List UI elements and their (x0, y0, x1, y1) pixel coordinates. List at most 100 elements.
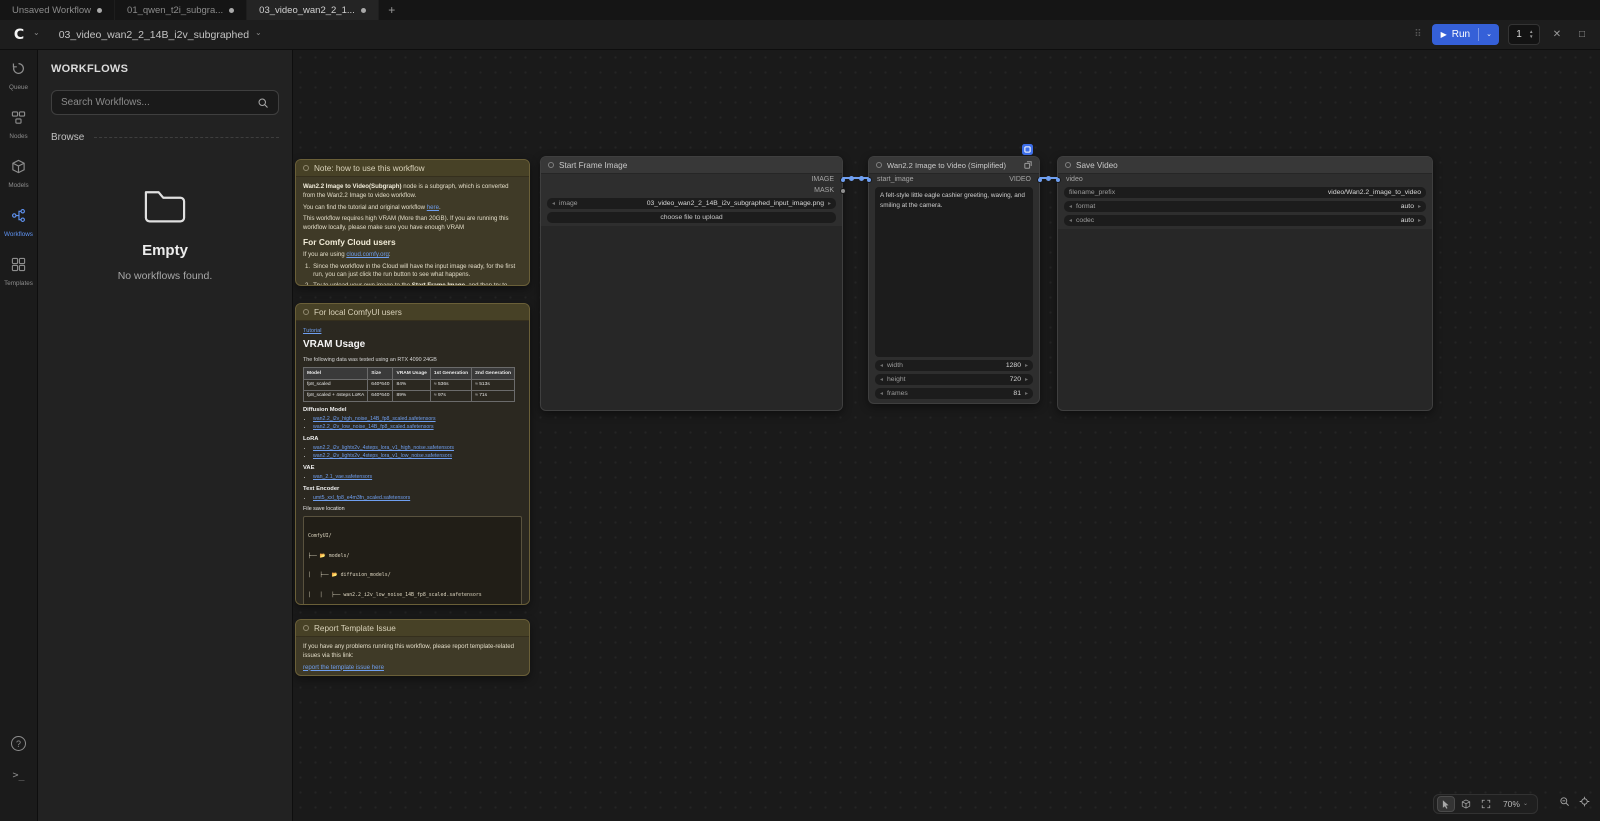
tutorial-here-link[interactable]: here (427, 204, 439, 211)
browse-section-header[interactable]: Browse (51, 132, 279, 143)
queue-icon (11, 61, 26, 81)
run-button[interactable]: ▶ Run ⌄ (1432, 24, 1499, 45)
model-link[interactable]: wan2.2_i2v_low_noise_14B_fp8_scaled.safe… (313, 424, 434, 430)
arrow-right-icon[interactable]: ▸ (828, 200, 831, 207)
run-options-chevron-icon[interactable]: ⌄ (1479, 30, 1499, 38)
workflow-search[interactable] (51, 90, 279, 115)
sidebar-item-queue[interactable]: Queue (9, 61, 28, 91)
arrow-right-icon[interactable]: ▸ (1025, 390, 1028, 397)
open-subgraph-icon[interactable] (1024, 161, 1032, 169)
node-start-frame-image[interactable]: Start Frame Image IMAGE MASK ◂ image 03_… (540, 156, 843, 411)
zoom-search-icon[interactable] (1559, 794, 1570, 812)
logo-chevron-icon[interactable]: ⌄ (33, 28, 40, 37)
drag-grip-icon[interactable]: ⠿ (1414, 29, 1422, 40)
focus-target-icon[interactable] (1579, 794, 1590, 812)
arrow-left-icon[interactable]: ◂ (880, 390, 883, 397)
lora-link[interactable]: wan2.2_i2v_lightx2v_4steps_lora_v1_high_… (313, 445, 454, 451)
image-preview-area[interactable] (541, 226, 842, 410)
collapse-dot-icon[interactable] (1065, 162, 1071, 168)
arrow-right-icon[interactable]: ▸ (1025, 376, 1028, 383)
widget-filename-prefix[interactable]: filename_prefix video/Wan2.2_image_to_vi… (1064, 187, 1426, 198)
panel-title: WORKFLOWS (51, 63, 279, 75)
arrow-left-icon[interactable]: ◂ (880, 376, 883, 383)
node-header[interactable]: Note: how to use this workflow (296, 160, 529, 177)
vae-link[interactable]: wan_2.1_vae.safetensors (313, 474, 372, 480)
slot-row: start_image VIDEO (869, 174, 1039, 185)
step-down-icon[interactable]: ▼ (1529, 35, 1533, 40)
workflow-tab-bar: Unsaved Workflow 01_qwen_t2i_subgra... 0… (0, 0, 1600, 20)
cube-tool-icon[interactable] (1457, 796, 1475, 812)
unsaved-dot-icon (361, 8, 366, 13)
comfyui-logo-icon[interactable]: C (10, 26, 28, 44)
sidebar-rail: Queue Nodes Models Workflows Templates ?… (0, 50, 38, 821)
batch-count-input[interactable] (1513, 29, 1525, 40)
node-header[interactable]: Start Frame Image (541, 157, 842, 174)
collapse-dot-icon[interactable] (303, 165, 309, 171)
window-icon[interactable]: □ (1574, 29, 1590, 40)
main-area: Queue Nodes Models Workflows Templates ?… (0, 50, 1600, 821)
help-icon[interactable]: ? (11, 736, 26, 751)
upload-file-button[interactable]: choose file to upload (547, 212, 836, 223)
cursor-tool-icon[interactable] (1437, 796, 1455, 812)
arrow-left-icon[interactable]: ◂ (1069, 217, 1072, 224)
fit-view-icon[interactable] (1477, 796, 1495, 812)
tab-03-video-wan[interactable]: 03_video_wan2_2_1... (247, 0, 379, 20)
report-issue-link[interactable]: report the template issue here (303, 664, 384, 671)
collapse-dot-icon[interactable] (303, 625, 309, 631)
templates-grid-icon (11, 257, 26, 277)
sidebar-item-models[interactable]: Models (8, 159, 28, 189)
node-canvas[interactable]: Note: how to use this workflow Wan2.2 Im… (293, 50, 1600, 821)
sidebar-item-templates[interactable]: Templates (4, 257, 33, 287)
text-encoder-link[interactable]: umt5_xxl_fp8_e4m3fn_scaled.safetensors (313, 495, 410, 501)
widget-image-combo[interactable]: ◂ image 03_video_wan2_2_14B_i2v_subgraph… (547, 198, 836, 209)
node-header[interactable]: Save Video (1058, 157, 1432, 174)
tab-unsaved-workflow[interactable]: Unsaved Workflow (0, 0, 115, 20)
node-save-video[interactable]: Save Video video filename_prefix video/W… (1057, 156, 1433, 411)
model-link[interactable]: wan2.2_i2v_high_noise_14B_fp8_scaled.saf… (313, 416, 436, 422)
play-icon: ▶ (1441, 30, 1447, 39)
search-input[interactable] (61, 97, 251, 108)
output-slot-mask: MASK (541, 185, 842, 196)
prompt-textarea[interactable]: A felt-style little eagle cashier greeti… (875, 187, 1033, 357)
collapse-dot-icon[interactable] (876, 162, 882, 168)
arrow-right-icon[interactable]: ▸ (1418, 217, 1421, 224)
arrow-left-icon[interactable]: ◂ (880, 362, 883, 369)
tutorial-link[interactable]: Tutorial (303, 328, 321, 334)
batch-count-stepper[interactable]: ▲ ▼ (1508, 24, 1540, 45)
widget-format[interactable]: ◂ format auto ▸ (1064, 201, 1426, 212)
lora-link[interactable]: wan2.2_i2v_lightx2v_4steps_lora_v1_low_n… (313, 453, 452, 459)
node-header[interactable]: For local ComfyUI users (296, 304, 529, 321)
widget-height[interactable]: ◂ height 720 ▸ (875, 374, 1033, 385)
note-node-local-users[interactable]: For local ComfyUI users Tutorial VRAM Us… (295, 303, 530, 605)
chevron-down-icon: ⌄ (1523, 800, 1528, 807)
video-preview-area[interactable] (1058, 229, 1432, 410)
node-wan22-image-to-video[interactable]: Wan2.2 Image to Video (Simplified) start… (868, 156, 1040, 404)
arrow-left-icon[interactable]: ◂ (552, 200, 555, 207)
close-icon[interactable]: ✕ (1549, 29, 1565, 40)
tab-01-qwen-t2i[interactable]: 01_qwen_t2i_subgra... (115, 0, 247, 20)
note-node-report-issue[interactable]: Report Template Issue If you have any pr… (295, 619, 530, 676)
output-dot-mask[interactable] (840, 188, 846, 194)
chevron-down-icon: ⌄ (255, 28, 262, 37)
subgraph-badge-icon[interactable] (1022, 144, 1033, 155)
widget-width[interactable]: ◂ width 1280 ▸ (875, 360, 1033, 371)
widget-frames[interactable]: ◂ frames 81 ▸ (875, 388, 1033, 399)
sidebar-item-workflows[interactable]: Workflows (4, 208, 33, 238)
terminal-icon[interactable]: >_ (12, 770, 24, 781)
node-header[interactable]: Report Template Issue (296, 620, 529, 637)
note-node-usage[interactable]: Note: how to use this workflow Wan2.2 Im… (295, 159, 530, 286)
workflow-title-menu[interactable]: 03_video_wan2_2_14B_i2v_subgraphed ⌄ (59, 29, 262, 41)
zoom-level[interactable]: 70% ⌄ (1497, 799, 1534, 809)
arrow-right-icon[interactable]: ▸ (1418, 203, 1421, 210)
arrow-left-icon[interactable]: ◂ (1069, 203, 1072, 210)
widget-codec[interactable]: ◂ codec auto ▸ (1064, 215, 1426, 226)
canvas-zoom-icons (1559, 794, 1590, 812)
arrow-right-icon[interactable]: ▸ (1025, 362, 1028, 369)
new-tab-button[interactable]: + (379, 0, 405, 20)
collapse-dot-icon[interactable] (548, 162, 554, 168)
sidebar-item-nodes[interactable]: Nodes (9, 110, 27, 140)
cloud-comfy-link[interactable]: cloud.comfy.org (346, 251, 389, 258)
collapse-dot-icon[interactable] (303, 309, 309, 315)
workflows-panel: WORKFLOWS Browse Empty No workflows foun… (38, 50, 293, 821)
node-header[interactable]: Wan2.2 Image to Video (Simplified) (869, 157, 1039, 174)
